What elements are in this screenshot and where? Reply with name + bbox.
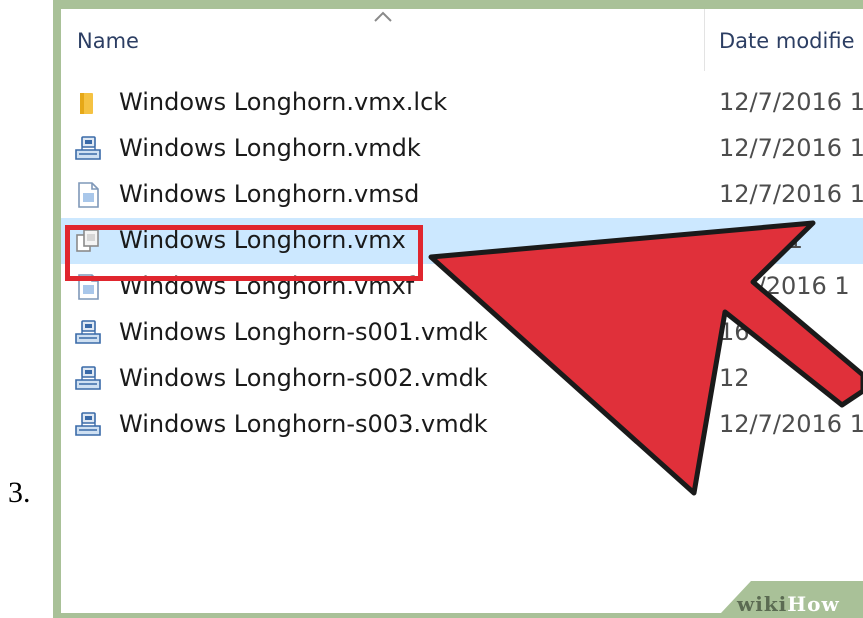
- watermark-band: [721, 581, 863, 613]
- step-number: 3.: [8, 476, 31, 509]
- wikihow-watermark: wikiHow: [737, 592, 840, 613]
- file-explorer-pane: Name Date modifie Windows Longhorn.vmx.l…: [61, 9, 863, 613]
